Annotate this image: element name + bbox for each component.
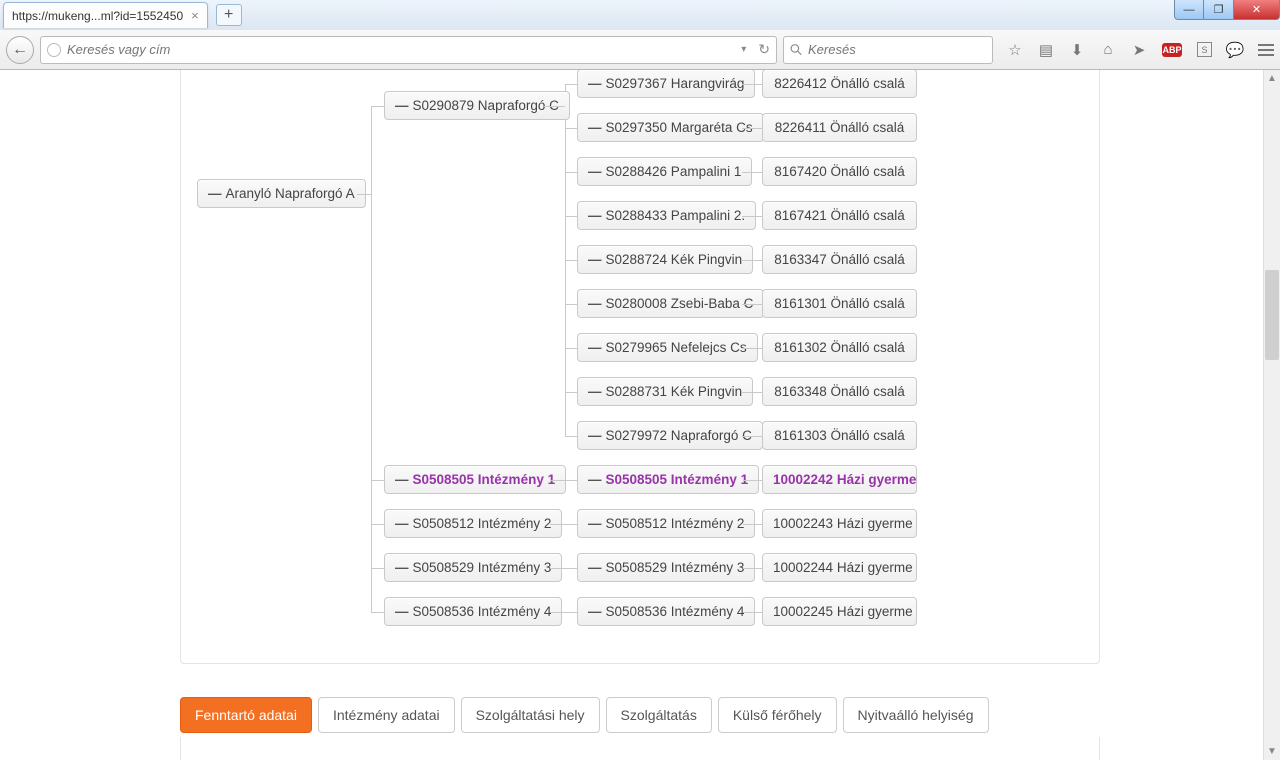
content-wrap: —S0297367 Harangvirág8226412 Önálló csal… xyxy=(180,70,1100,760)
scroll-down-icon[interactable]: ▼ xyxy=(1264,743,1280,760)
tree-node[interactable]: —S0297350 Margaréta Cs xyxy=(577,113,764,142)
new-tab-button[interactable]: + xyxy=(216,4,242,26)
tree-node[interactable]: —S0508505 Intézmény 1 xyxy=(384,465,566,494)
browser-toolbar: ← ▾ ↻ ☆ ▤ ⬇ ⌂ ➤ ABP S 💬 xyxy=(0,30,1280,70)
tree-node[interactable]: 8167421 Önálló csalá xyxy=(762,201,917,230)
form-panel: Fenntartó alapadatai xyxy=(180,737,1100,760)
tree-node[interactable]: 8163348 Önálló csalá xyxy=(762,377,917,406)
page-tab[interactable]: Szolgáltatási hely xyxy=(461,697,600,733)
send-icon[interactable]: ➤ xyxy=(1131,42,1147,58)
chat-icon[interactable]: 💬 xyxy=(1227,42,1243,58)
browser-tab[interactable]: https://mukeng...ml?id=1552450 × xyxy=(3,2,208,28)
address-dropdown-icon[interactable]: ▾ xyxy=(741,44,746,55)
tab-close-icon[interactable]: × xyxy=(191,9,199,22)
abp-icon[interactable]: ABP xyxy=(1162,43,1182,57)
search-icon xyxy=(790,43,802,56)
browser-tab-title: https://mukeng...ml?id=1552450 xyxy=(12,9,183,23)
search-bar[interactable] xyxy=(783,36,993,64)
tree-node[interactable]: 8163347 Önálló csalá xyxy=(762,245,917,274)
download-icon[interactable]: ⬇ xyxy=(1069,42,1085,58)
window-close-button[interactable]: ✕ xyxy=(1234,0,1280,20)
address-input[interactable] xyxy=(67,42,735,57)
tree-node[interactable]: —S0297367 Harangvirág xyxy=(577,70,755,98)
tree-node[interactable]: —S0508536 Intézmény 4 xyxy=(577,597,755,626)
page-tab[interactable]: Nyitvaálló helyiség xyxy=(843,697,989,733)
tree-node[interactable]: —S0280008 Zsebi-Baba C xyxy=(577,289,764,318)
reload-icon[interactable]: ↻ xyxy=(758,41,770,58)
tree-node[interactable]: 8161303 Önálló csalá xyxy=(762,421,917,450)
tree-node[interactable]: —S0508529 Intézmény 3 xyxy=(577,553,755,582)
tree-node[interactable]: —S0508505 Intézmény 1 xyxy=(577,465,759,494)
window-minimize-button[interactable]: — xyxy=(1174,0,1204,20)
tree-node[interactable]: —S0279965 Nefelejcs Cs xyxy=(577,333,758,362)
tree-node[interactable]: —S0288426 Pampalini 1 xyxy=(577,157,752,186)
tree-node[interactable]: 8167420 Önálló csalá xyxy=(762,157,917,186)
tree-node[interactable]: 8161301 Önálló csalá xyxy=(762,289,917,318)
menu-icon[interactable] xyxy=(1258,44,1274,56)
tree-node[interactable]: —S0279972 Napraforgó C xyxy=(577,421,763,450)
tree-node[interactable]: —S0288724 Kék Pingvin xyxy=(577,245,753,274)
library-icon[interactable]: ▤ xyxy=(1038,42,1054,58)
tabs-row: Fenntartó adataiIntézmény adataiSzolgált… xyxy=(180,697,1100,733)
noscript-icon[interactable]: S xyxy=(1197,42,1212,57)
tree-node[interactable]: 10002245 Házi gyerme xyxy=(762,597,917,626)
toolbar-icons: ☆ ▤ ⬇ ⌂ ➤ ABP S 💬 xyxy=(1007,42,1274,58)
tree-node[interactable]: 10002242 Házi gyerme xyxy=(762,465,917,494)
back-button[interactable]: ← xyxy=(6,36,34,64)
page-tab[interactable]: Szolgáltatás xyxy=(606,697,712,733)
home-icon[interactable]: ⌂ xyxy=(1100,42,1116,58)
tree-node[interactable]: 8161302 Önálló csalá xyxy=(762,333,917,362)
tree-node[interactable]: —S0290879 Napraforgó C xyxy=(384,91,570,120)
tree-node[interactable]: —S0288731 Kék Pingvin xyxy=(577,377,753,406)
window-maximize-button[interactable]: ❐ xyxy=(1204,0,1234,20)
tree-node[interactable]: —S0508529 Intézmény 3 xyxy=(384,553,562,582)
star-icon[interactable]: ☆ xyxy=(1007,42,1023,58)
page-tab[interactable]: Külső férőhely xyxy=(718,697,837,733)
tree-node[interactable]: —S0508512 Intézmény 2 xyxy=(577,509,755,538)
search-input[interactable] xyxy=(808,42,986,57)
address-bar[interactable]: ▾ ↻ xyxy=(40,36,777,64)
page-viewport: ▲ ▼ —S0297367 Harangvirág8226412 Önálló … xyxy=(0,70,1280,760)
tree-node[interactable]: —S0288433 Pampalini 2. xyxy=(577,201,756,230)
scroll-thumb[interactable] xyxy=(1265,270,1279,360)
page-tab[interactable]: Intézmény adatai xyxy=(318,697,455,733)
tree-node[interactable]: 8226412 Önálló csalá xyxy=(762,70,917,98)
tree-node[interactable]: 10002243 Házi gyerme xyxy=(762,509,917,538)
tree: —S0297367 Harangvirág8226412 Önálló csal… xyxy=(187,70,1093,643)
tree-panel: —S0297367 Harangvirág8226412 Önálló csal… xyxy=(180,70,1100,664)
browser-titlebar: https://mukeng...ml?id=1552450 × + — ❐ ✕ xyxy=(0,0,1280,30)
page-tab[interactable]: Fenntartó adatai xyxy=(180,697,312,733)
tree-node[interactable]: 8226411 Önálló csalá xyxy=(762,113,917,142)
tree-node[interactable]: 10002244 Házi gyerme xyxy=(762,553,917,582)
scroll-up-icon[interactable]: ▲ xyxy=(1264,70,1280,87)
window-controls: — ❐ ✕ xyxy=(1174,0,1280,20)
globe-icon xyxy=(47,43,61,57)
page-scrollbar[interactable]: ▲ ▼ xyxy=(1263,70,1280,760)
tree-node[interactable]: —S0508512 Intézmény 2 xyxy=(384,509,562,538)
tree-node[interactable]: —S0508536 Intézmény 4 xyxy=(384,597,562,626)
tree-node[interactable]: —Aranyló Napraforgó A xyxy=(197,179,366,208)
